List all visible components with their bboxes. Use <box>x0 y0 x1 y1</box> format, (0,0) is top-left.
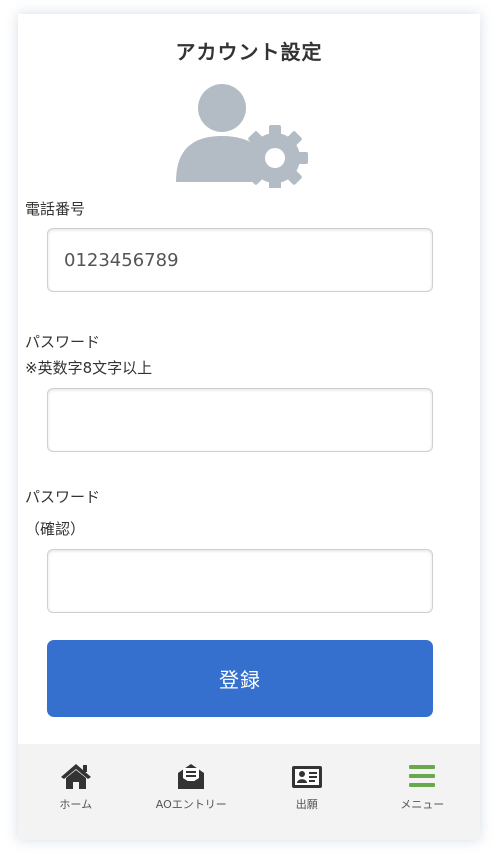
phone-input[interactable] <box>47 228 433 292</box>
password-confirm-hint: （確認） <box>25 520 86 538</box>
nav-item-menu[interactable]: メニュー <box>365 744 481 840</box>
page-title: アカウント設定 <box>175 40 323 64</box>
password-input[interactable] <box>47 388 433 452</box>
phone-label: 電話番号 <box>25 200 86 218</box>
nav-label-application: 出願 <box>295 798 318 811</box>
bottom-navigation: ホーム AOエントリー 出願 メニュー <box>18 744 480 840</box>
nav-label-home: ホーム <box>59 798 93 811</box>
password-confirm-label: パスワード <box>25 488 101 506</box>
password-hint: ※英数字8文字以上 <box>25 359 153 377</box>
password-confirm-input[interactable] <box>47 549 433 613</box>
nav-label-ao-entry: AOエントリー <box>155 798 227 811</box>
menu-icon <box>406 762 438 790</box>
password-label: パスワード <box>25 333 101 351</box>
mail-icon <box>175 762 207 790</box>
register-button[interactable]: 登録 <box>47 640 433 717</box>
app-screen: アカウント設定 電話番号 パスワード ※英数字8文字以上 パスワード （確認） … <box>18 14 480 840</box>
user-settings-icon <box>172 78 312 191</box>
nav-item-home[interactable]: ホーム <box>18 744 134 840</box>
nav-label-menu: メニュー <box>400 798 445 811</box>
nav-item-ao-entry[interactable]: AOエントリー <box>134 744 250 840</box>
id-card-icon <box>291 762 323 790</box>
nav-item-application[interactable]: 出願 <box>249 744 365 840</box>
home-icon <box>60 762 92 790</box>
